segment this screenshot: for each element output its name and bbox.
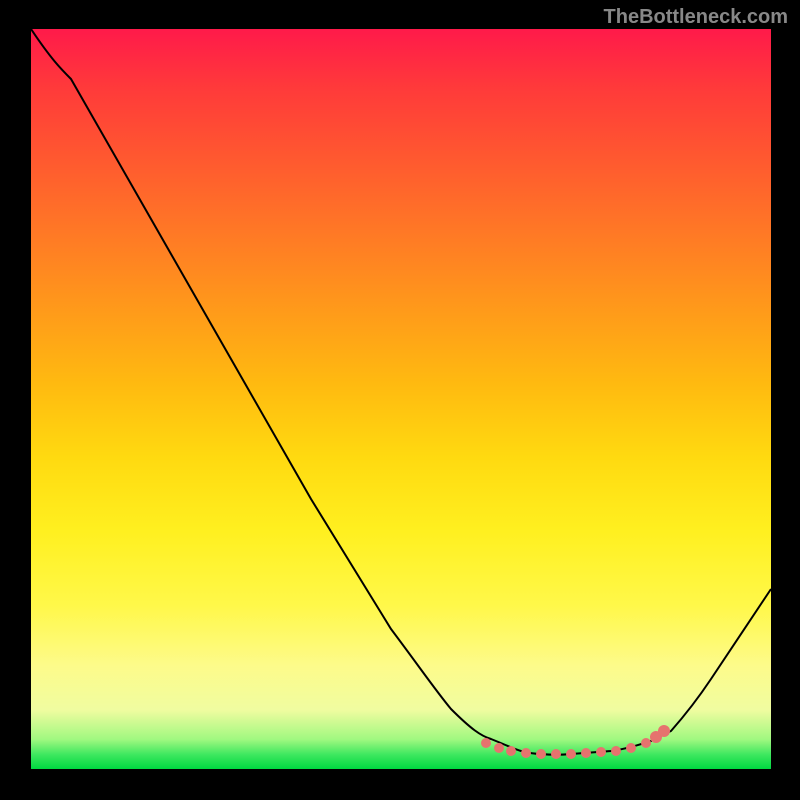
marker-dot xyxy=(611,746,621,756)
marker-dot xyxy=(506,746,516,756)
bottleneck-curve-path xyxy=(31,29,771,755)
marker-dot xyxy=(626,743,636,753)
marker-dot xyxy=(551,749,561,759)
marker-dot xyxy=(581,748,591,758)
marker-dot xyxy=(536,749,546,759)
marker-dot xyxy=(596,747,606,757)
chart-svg xyxy=(31,29,771,769)
marker-dot xyxy=(494,743,504,753)
chart-container: TheBottleneck.com xyxy=(0,0,800,800)
marker-dot xyxy=(481,738,491,748)
marker-dot xyxy=(658,725,670,737)
minimum-markers-group xyxy=(481,725,670,759)
marker-dot xyxy=(521,748,531,758)
watermark-text: TheBottleneck.com xyxy=(604,6,788,29)
marker-dot xyxy=(641,738,651,748)
marker-dot xyxy=(566,749,576,759)
plot-area xyxy=(31,29,771,769)
